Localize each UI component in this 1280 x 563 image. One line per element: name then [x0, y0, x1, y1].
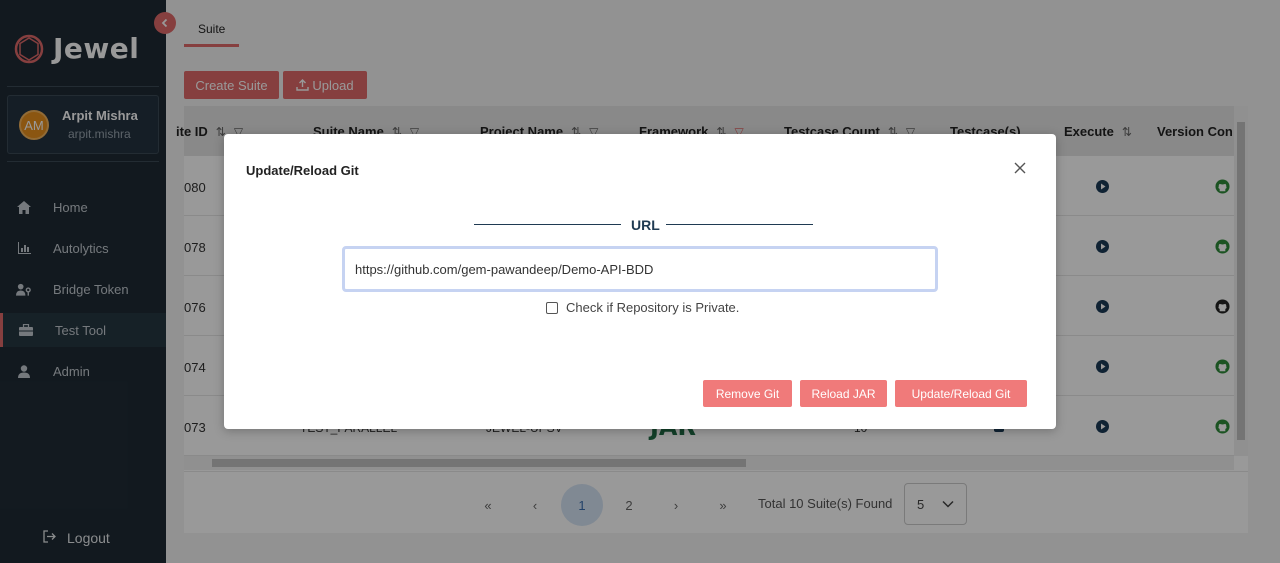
divider — [474, 224, 621, 225]
update-git-modal: Update/Reload Git URL Check if Repositor… — [224, 134, 1056, 429]
divider — [666, 224, 813, 225]
private-repo-checkbox[interactable] — [546, 301, 558, 314]
url-input[interactable] — [342, 246, 938, 292]
reload-jar-button[interactable]: Reload JAR — [800, 380, 887, 407]
private-repo-checkbox-row[interactable]: Check if Repository is Private. — [546, 300, 739, 315]
close-icon[interactable] — [1012, 160, 1028, 176]
url-label: URL — [631, 217, 660, 233]
private-repo-label: Check if Repository is Private. — [566, 300, 740, 315]
update-reload-git-button[interactable]: Update/Reload Git — [895, 380, 1027, 407]
remove-git-button[interactable]: Remove Git — [703, 380, 792, 407]
modal-title: Update/Reload Git — [246, 163, 359, 178]
